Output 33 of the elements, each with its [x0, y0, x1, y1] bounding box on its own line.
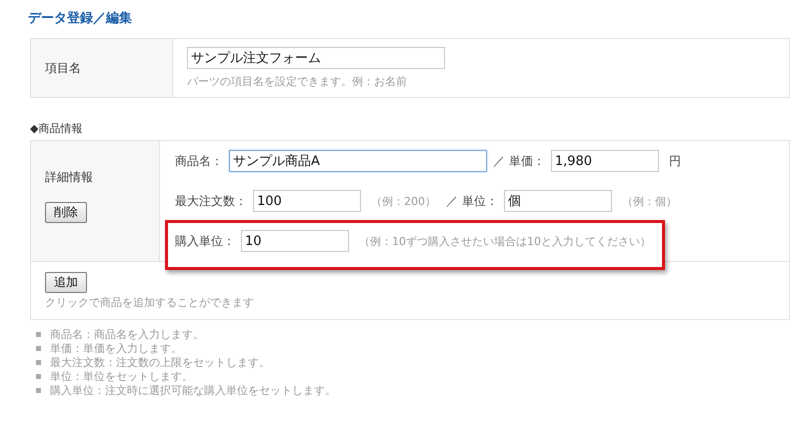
field-label: 購入単位： — [175, 232, 235, 250]
note-text: 最大注文数：注文数の上限をセットします。 — [50, 356, 270, 369]
example-hint: （例：200） — [371, 194, 436, 208]
input-field[interactable]: サンプル商品A — [229, 150, 487, 172]
field-label: ／ 単位： — [446, 192, 498, 210]
field-label: 商品名： — [175, 152, 223, 170]
input-field[interactable]: 1,980 — [550, 150, 659, 172]
note-text: 商品名：商品名を入力します。 — [50, 328, 204, 341]
bullet-icon — [36, 332, 41, 337]
example-hint: （例：10ずつ購入させたい場合は10と入力してください） — [359, 234, 651, 248]
page-title: データ登録／編集 — [28, 10, 133, 28]
note-text: 単位：単位をセットします。 — [50, 370, 193, 383]
section-heading: ◆商品情報 — [30, 121, 84, 136]
row-label: 詳細情報 — [45, 169, 93, 186]
bullet-icon — [36, 346, 41, 351]
item-name-field[interactable]: サンプル注文フォーム — [187, 47, 445, 69]
bullet-icon — [36, 374, 41, 379]
field-label: 最大注文数： — [175, 192, 247, 210]
note-text: 購入単位：注文時に選択可能な購入単位をセットします。 — [50, 384, 336, 397]
field-hint: パーツの項目名を設定できます。例：お名前 — [187, 74, 408, 89]
field-label: ／ 単価： — [493, 152, 545, 170]
row-label: 項目名 — [45, 60, 82, 76]
example-hint: （例：個） — [622, 194, 677, 208]
unit-label: 円 — [668, 152, 681, 170]
add-hint: クリックで商品を追加することができます — [45, 295, 254, 310]
delete-button[interactable]: 削除 — [45, 202, 87, 223]
input-field[interactable]: 100 — [253, 190, 361, 212]
note-text: 単価：単価を入力します。 — [50, 342, 182, 355]
input-field[interactable]: 個 — [504, 190, 612, 212]
bullet-icon — [36, 360, 41, 365]
input-field[interactable]: 10 — [241, 230, 349, 252]
add-button[interactable]: 追加 — [45, 272, 87, 293]
bullet-icon — [36, 388, 41, 393]
